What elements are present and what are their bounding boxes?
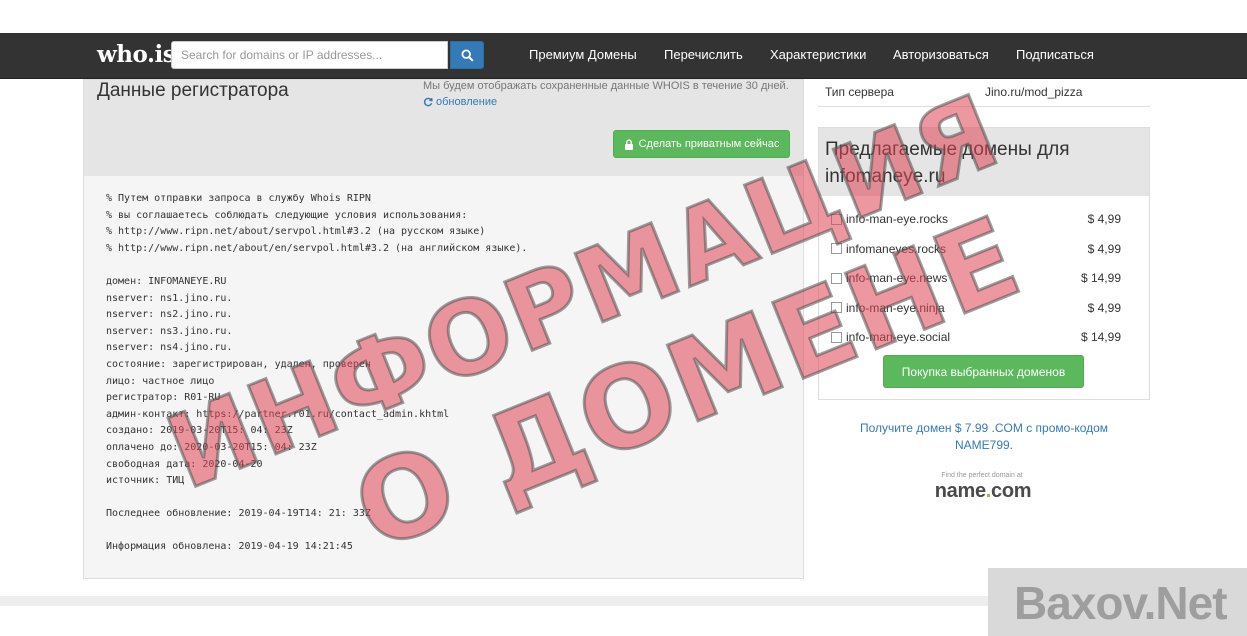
refresh-link[interactable]: обновление	[423, 96, 497, 108]
whois-line: лицо: частное лицо	[106, 375, 215, 387]
domain-name: info-man-eye.rocks	[846, 212, 949, 226]
whois-line: админ-контакт: https://partner.r01.ru/co…	[106, 408, 450, 420]
domain-price: $ 4,99	[1087, 212, 1121, 226]
search-icon	[460, 48, 474, 62]
server-type-value: Jino.ru/mod_pizza	[985, 85, 1083, 99]
whois-line	[106, 257, 527, 274]
search-input[interactable]	[171, 41, 448, 69]
registrar-title: Данные регистратора	[97, 80, 289, 101]
domain-row[interactable]: info-man-eye.social $ 14,99	[831, 327, 1135, 347]
site-watermark: Baxov.Net	[988, 568, 1247, 636]
domain-name: info-man-eye.social	[846, 330, 951, 344]
whois-line: оплачено до: 2020-03-20T15: 04: 23Z	[106, 441, 317, 453]
whois-line: источник: TИЦ	[106, 475, 185, 487]
domain-price: $ 14,99	[1080, 330, 1121, 344]
whois-line: % http://www.ripn.net/about/en/servpol.h…	[106, 242, 528, 254]
nav-link-list[interactable]: Перечислить	[664, 47, 743, 62]
make-private-label: Сделать приватным сейчас	[638, 138, 780, 150]
server-type-label: Тип сервера	[825, 85, 894, 99]
site-watermark-text: Baxov.Net	[1014, 577, 1228, 629]
nav-link-features[interactable]: Характеристики	[770, 47, 866, 62]
domain-checkbox[interactable]	[831, 331, 842, 343]
domain-name: info-man-eye.ninja	[846, 300, 945, 315]
refresh-label: обновление	[436, 96, 498, 108]
whois-line	[106, 490, 527, 507]
nav-link-login[interactable]: Авторизоваться	[893, 47, 989, 62]
registrar-panel: Данные регистратора Мы будем отображать …	[83, 79, 804, 579]
nav-link-premium-domains[interactable]: Премиум Домены	[529, 47, 637, 62]
whois-lines: % Путем отправки запроса в службу Whois …	[106, 191, 527, 556]
namecom-logo-tld: com	[991, 480, 1032, 502]
domain-checkbox[interactable]	[831, 213, 842, 225]
domain-row[interactable]: infomaneyes.rocks $ 4,99	[831, 239, 1135, 259]
domain-checkbox[interactable]	[831, 272, 842, 284]
domain-row[interactable]: info-man-eye.ninja $ 4,99	[831, 298, 1135, 318]
search-button[interactable]	[450, 41, 484, 69]
registrar-panel-header: Данные регистратора Мы будем отображать …	[84, 80, 803, 176]
whois-line: создано: 2019-03-20T15: 04: 23Z	[106, 425, 293, 437]
server-type-row: Тип сервера Jino.ru/mod_pizza	[818, 79, 1150, 107]
whois-logo[interactable]: who.is	[97, 41, 176, 68]
namecom-logo-main: name	[934, 480, 986, 502]
domain-name: info-man-eye.news	[846, 271, 948, 285]
namecom-tagline: Find the perfect domain at	[941, 472, 1023, 479]
domain-name: infomaneyes.rocks	[846, 241, 947, 256]
suggested-domains-title: Предлагаемые домены для infomaneye.ru	[825, 139, 1070, 187]
domain-row[interactable]: info-man-eye.news $ 14,99	[831, 268, 1135, 288]
domain-price: $ 4,99	[1087, 300, 1121, 315]
suggested-domains-header: Предлагаемые домены для infomaneye.ru	[819, 128, 1149, 196]
domain-checkbox[interactable]	[831, 302, 842, 313]
whois-line: Информация обновлена: 2019-04-19 14:21:4…	[106, 541, 353, 553]
whois-raw-output: % Путем отправки запроса в службу Whois …	[84, 176, 803, 578]
lock-icon	[624, 138, 633, 150]
whois-line: свободная дата: 2020-04-20	[106, 458, 263, 470]
whois-line: nserver: ns4.jino.ru.	[106, 342, 233, 354]
whois-line: % http://www.ripn.net/about/servpol.html…	[106, 226, 486, 238]
cache-note: Мы будем отображать сохраненные данные W…	[423, 80, 789, 92]
domain-price: $ 14,99	[1080, 271, 1121, 285]
buy-selected-domains-button[interactable]: Покупка выбранных доменов	[883, 355, 1084, 388]
domain-checkbox[interactable]	[831, 243, 842, 254]
whois-line: % Путем отправки запроса в службу Whois …	[106, 193, 371, 204]
refresh-icon	[423, 97, 433, 107]
nav-link-signup[interactable]: Подписаться	[1016, 47, 1094, 62]
whois-line	[106, 523, 527, 540]
promo-link[interactable]: Получите домен $ 7.99 .COM с промо-кодом…	[843, 420, 1125, 454]
whois-line: nserver: ns2.jino.ru.	[106, 309, 233, 321]
whois-line: nserver: ns1.jino.ru.	[106, 292, 233, 304]
domain-row[interactable]: info-man-eye.rocks $ 4,99	[831, 209, 1135, 229]
top-navbar: who.is Премиум Домены Перечислить Характ…	[0, 33, 1247, 79]
whois-line: Последнее обновление: 2019-04-19T14: 21:…	[106, 508, 371, 520]
page: who.is Премиум Домены Перечислить Характ…	[0, 0, 1247, 636]
whois-line: % вы соглашаетесь соблюдать следующие ус…	[106, 209, 468, 221]
whois-line: домен: INFOMANEYE.RU	[106, 275, 227, 287]
make-private-button[interactable]: Сделать приватным сейчас	[613, 130, 790, 158]
suggested-domains-panel: Предлагаемые домены для infomaneye.ru in…	[818, 127, 1150, 400]
whois-line: nserver: ns3.jino.ru.	[106, 325, 233, 337]
whois-line: состояние: зарегистрирован, удален, пров…	[106, 358, 371, 370]
whois-line: регистратор: R01-RU	[106, 392, 221, 404]
namecom-logo[interactable]: name.com	[920, 480, 1046, 503]
domain-price: $ 4,99	[1087, 241, 1121, 256]
